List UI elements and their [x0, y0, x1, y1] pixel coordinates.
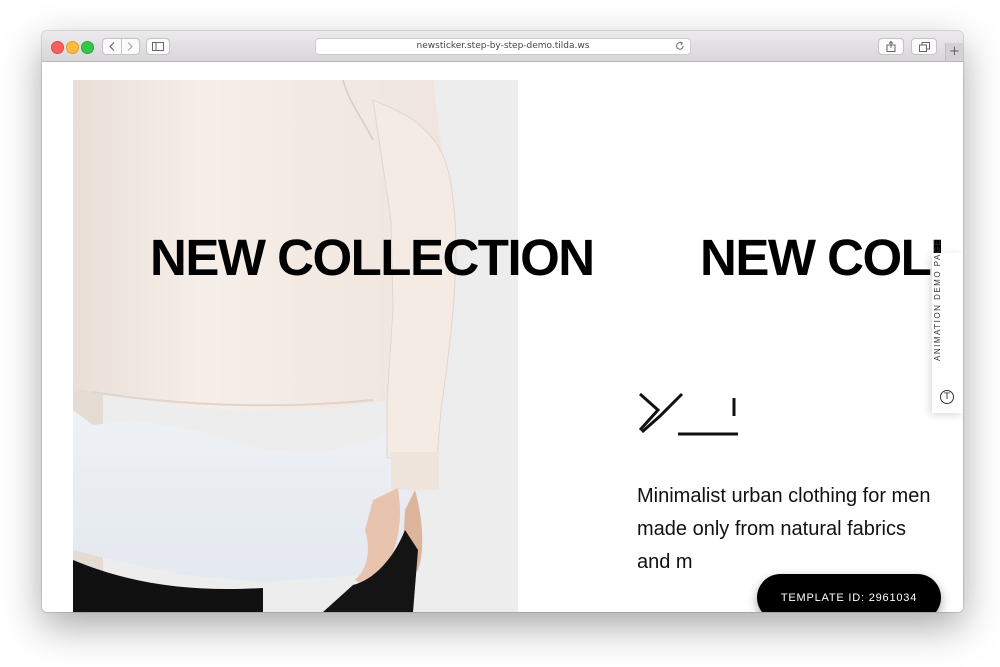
back-icon	[108, 42, 115, 51]
forward-button[interactable]	[122, 39, 140, 54]
new-tab-button[interactable]: +	[945, 43, 963, 61]
animation-demo-side-tab[interactable]: ANIMATION DEMO PAGE T	[932, 239, 963, 413]
navigation-buttons	[102, 38, 140, 55]
collection-description: Minimalist urban clothing for men made o…	[637, 485, 931, 573]
brand-logo-icon	[638, 392, 738, 436]
back-button[interactable]	[103, 39, 122, 54]
close-window-button[interactable]	[51, 41, 64, 54]
headline-new-collection-ticker: NEW COLL	[700, 229, 961, 286]
page-content: NEW COLLECTION NEW COLL Minimalist urban…	[42, 62, 963, 612]
tabs-icon	[918, 41, 930, 52]
share-icon	[886, 41, 896, 52]
browser-window: newsticker.step-by-step-demo.tilda.ws +	[42, 31, 963, 612]
tilda-logo-icon: T	[940, 390, 954, 404]
browser-toolbar: newsticker.step-by-step-demo.tilda.ws +	[42, 31, 963, 62]
reload-icon[interactable]	[675, 41, 685, 51]
sidebar-icon	[152, 42, 164, 51]
template-id-badge[interactable]: TEMPLATE ID: 2961034	[757, 574, 941, 612]
url-text: newsticker.step-by-step-demo.tilda.ws	[416, 41, 590, 51]
side-tab-label: ANIMATION DEMO PAGE	[933, 238, 942, 361]
zoom-window-button[interactable]	[81, 41, 94, 54]
share-button[interactable]	[878, 38, 904, 55]
address-bar[interactable]: newsticker.step-by-step-demo.tilda.ws	[315, 38, 691, 55]
sweater-model-illustration	[73, 80, 518, 612]
headline-new-collection: NEW COLLECTION	[150, 229, 595, 286]
show-tabs-button[interactable]	[911, 38, 937, 55]
model-photo	[73, 80, 518, 612]
minimize-window-button[interactable]	[66, 41, 79, 54]
forward-icon	[127, 42, 134, 51]
sidebar-toggle-button[interactable]	[146, 38, 170, 55]
